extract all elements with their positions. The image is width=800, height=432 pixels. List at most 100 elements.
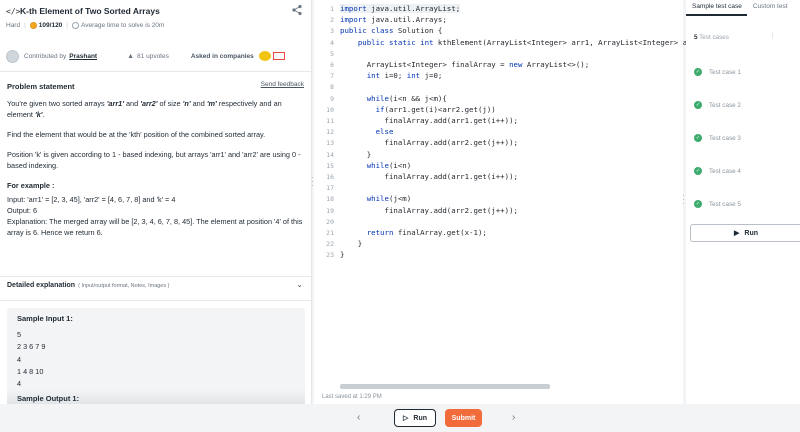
upvote-button[interactable]: ▲ 81 upvotes — [127, 53, 169, 60]
code-line[interactable]: while(i<n) — [340, 161, 412, 170]
sample-line: 4 — [17, 354, 22, 364]
line-number: 8 — [330, 83, 334, 92]
code-line[interactable]: import java.util.Arrays; — [340, 15, 447, 24]
example-heading: For example : — [7, 181, 55, 190]
upvote-count: 81 upvotes — [137, 52, 169, 60]
line-number: 4 — [330, 38, 334, 47]
line-number: 23 — [326, 251, 334, 260]
statement-paragraph: You're given two sorted arrays 'arr1' an… — [7, 99, 282, 119]
code-line[interactable]: if(arr1.get(i)<arr2.get(j)) — [340, 105, 496, 114]
resize-handle[interactable]: · · · — [682, 192, 685, 208]
sample-line: 2 3 6 7 9 — [17, 342, 46, 352]
line-number: 16 — [326, 173, 334, 181]
line-number: 11 — [326, 117, 334, 125]
avatar — [6, 49, 19, 63]
test-case-count: 5 Test cases — [694, 34, 729, 41]
check-icon: ✓ — [694, 68, 702, 76]
code-line[interactable]: finalArray.add(arr1.get(i++)); — [340, 116, 518, 125]
code-line[interactable]: else — [340, 127, 394, 136]
code-icon: </> — [6, 6, 21, 16]
test-tabs: Sample test case Custom test — [686, 0, 800, 16]
tab-sample-test-case[interactable]: Sample test case — [686, 0, 747, 16]
avg-time: Average time to solve is 20m — [81, 22, 165, 29]
line-number: 3 — [330, 27, 334, 36]
code-line[interactable]: while(i<n && j<m){ — [340, 94, 447, 103]
detailed-explanation-title: Detailed explanation — [7, 282, 76, 289]
code-line[interactable]: finalArray.add(arr2.get(j++)); — [340, 138, 518, 147]
detailed-explanation-subtitle: ( Input/output format, Notes, Images ) — [78, 282, 170, 289]
code-line[interactable]: } — [340, 150, 371, 159]
run-tests-button[interactable]: ▶ Run — [690, 224, 800, 242]
line-number: 9 — [330, 94, 334, 103]
code-line[interactable]: finalArray.add(arr1.get(i++)); — [340, 172, 518, 181]
line-number: 5 — [330, 49, 334, 58]
submit-button[interactable]: Submit — [445, 409, 482, 427]
code-line[interactable]: } — [340, 250, 344, 259]
company-logos[interactable] — [258, 51, 285, 61]
code-line[interactable]: return finalArray.get(x-1); — [340, 228, 487, 237]
share-icon[interactable] — [291, 4, 303, 16]
line-number: 10 — [326, 105, 334, 114]
test-case-item[interactable]: ✓ Test case 5 — [694, 200, 741, 208]
line-number: 18 — [326, 195, 334, 204]
sample-line: 4 — [17, 379, 22, 389]
send-feedback-link[interactable]: Send feedback — [261, 81, 304, 88]
contributed-by-label: Contributed by — [24, 52, 67, 60]
code-line[interactable]: } — [340, 239, 362, 248]
meta-row: Hard | 109/120 | Average time to solve i… — [6, 22, 165, 29]
check-icon: ✓ — [694, 167, 702, 175]
chevron-down-icon: ⌄ — [296, 280, 303, 289]
difficulty-badge: Hard — [6, 22, 21, 29]
sample-line: 5 — [17, 330, 22, 339]
test-case-label: Test case 3 — [709, 134, 741, 142]
code-line[interactable]: finalArray.add(arr2.get(j++)); — [340, 206, 518, 215]
score: 109/120 — [38, 22, 63, 29]
test-case-label: Test case 4 — [709, 167, 741, 175]
divider — [0, 300, 311, 301]
sample-line: 1 4 8 10 — [17, 366, 44, 376]
play-outline-icon: ▷ — [403, 415, 409, 422]
line-number: 22 — [326, 240, 334, 249]
sample-box: Sample Input 1: 5 2 3 6 7 9 4 1 4 8 10 4… — [7, 308, 305, 404]
test-case-label: Test case 1 — [709, 68, 741, 76]
check-icon: ✓ — [694, 134, 702, 142]
divider — [0, 71, 311, 72]
line-number: 14 — [326, 150, 334, 159]
problem-panel: </> K-th Element of Two Sorted Arrays Ha… — [0, 0, 312, 404]
coin-icon — [29, 22, 37, 29]
test-case-item[interactable]: ✓ Test case 1 — [694, 68, 741, 76]
code-line[interactable]: public class Solution { — [340, 26, 442, 35]
example-output: Output: 6 — [7, 206, 38, 215]
test-case-item[interactable]: ✓ Test case 3 — [694, 134, 741, 142]
code-line[interactable]: ArrayList<Integer> finalArray = new Arra… — [340, 60, 590, 69]
problem-statement-body: You're given two sorted arrays 'arr1' an… — [7, 98, 305, 238]
next-problem-button[interactable]: › — [512, 412, 515, 423]
line-number: 20 — [326, 217, 334, 226]
problem-title: K-th Element of Two Sorted Arrays — [20, 6, 160, 16]
test-case-label: Test case 2 — [709, 101, 741, 109]
line-number: 6 — [330, 61, 334, 69]
line-number: 15 — [326, 161, 334, 170]
test-case-item[interactable]: ✓ Test case 2 — [694, 101, 741, 109]
detailed-explanation-toggle[interactable]: Detailed explanation ( Input/output form… — [7, 280, 305, 289]
previous-problem-button[interactable]: ‹ — [357, 412, 360, 423]
line-number: 19 — [326, 206, 334, 215]
test-case-item[interactable]: ✓ Test case 4 — [694, 167, 741, 175]
line-number: 2 — [330, 16, 334, 25]
code-line[interactable]: while(j<m) — [340, 194, 412, 203]
line-number: 13 — [326, 139, 334, 148]
horizontal-scrollbar[interactable] — [340, 384, 550, 389]
clock-icon — [72, 22, 79, 29]
line-number: 12 — [326, 128, 334, 137]
line-number: 7 — [330, 72, 334, 81]
tab-custom-test[interactable]: Custom test — [747, 0, 793, 16]
run-button[interactable]: ▷ Run — [394, 409, 436, 427]
contributor-row: Contributed by Prashant ▲ 81 upvotes Ask… — [6, 47, 306, 65]
run-tests-label: Run — [744, 229, 758, 237]
company-logo-icon — [272, 52, 285, 60]
test-panel: Sample test case Custom test 5 Test case… — [686, 0, 800, 404]
code-editor[interactable]: 1 2 3 4 5 6 7 8 9 10 11 12 13 14 15 16 17 18 19 20 21 22 23 im… — [314, 0, 798, 404]
code-line[interactable]: int i=0; int j=0; — [340, 71, 443, 80]
contributor-link[interactable]: Prashant — [69, 53, 97, 60]
code-line[interactable]: import java.util.ArrayList; — [340, 4, 461, 13]
